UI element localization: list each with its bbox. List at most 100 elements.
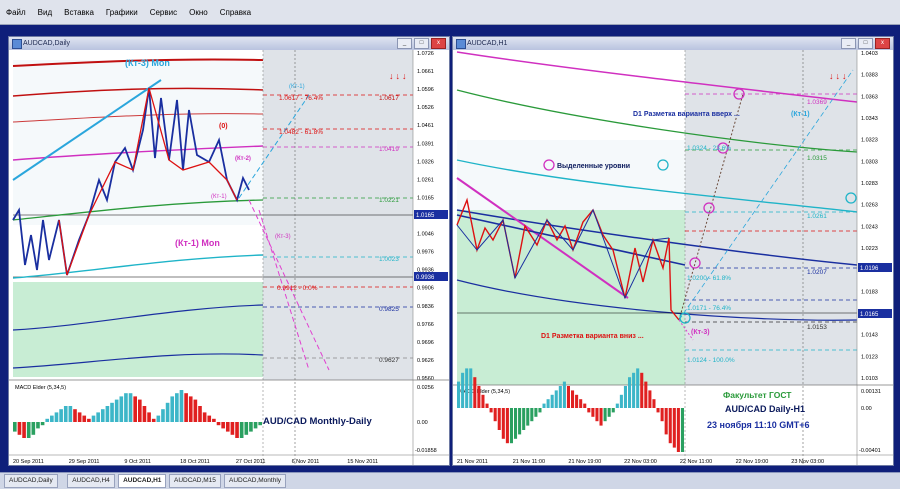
fib-10324: 1.0324 - 23.6% bbox=[687, 145, 731, 152]
date-label: 23 Nov 03:00 bbox=[791, 459, 824, 465]
macd-bar bbox=[249, 422, 253, 432]
lvl-10221: 1.0221 bbox=[379, 197, 399, 204]
menu-item[interactable]: Файл bbox=[0, 8, 32, 17]
chart-window-daily[interactable]: AUDCAD,Daily _ □ x (Кт-3) Mon (Кт-1) Mon… bbox=[8, 36, 450, 466]
label-d1-up: D1 Разметка варианта вверх ... bbox=[633, 111, 740, 118]
macd-bar bbox=[640, 372, 644, 408]
macd-bar bbox=[623, 386, 627, 408]
macd-bar bbox=[579, 399, 583, 408]
chart-tab[interactable]: AUDCAD,Daily bbox=[4, 474, 58, 488]
window-titlebar[interactable]: AUDCAD,H1 _ □ x bbox=[453, 37, 893, 51]
macd-bar bbox=[457, 381, 461, 408]
chart-tab[interactable]: AUDCAD,H1 bbox=[118, 474, 167, 488]
label-kt1-small: (Кт-1) bbox=[211, 194, 227, 200]
axis-tick-label: 1.0165 bbox=[417, 195, 434, 201]
close-button[interactable]: x bbox=[431, 38, 446, 49]
macd-bar bbox=[469, 368, 473, 408]
macd-bar bbox=[550, 394, 554, 408]
datetime-label: 23 ноября 11:10 GMT+6 bbox=[707, 420, 810, 430]
fib-0: 0.9912 - 0.0% bbox=[277, 285, 318, 292]
macd-bar bbox=[184, 393, 188, 422]
close-button[interactable]: x bbox=[875, 38, 890, 49]
brand-label: Факультет ГОСТ bbox=[723, 390, 792, 400]
macd-bar bbox=[587, 408, 591, 413]
window-titlebar[interactable]: AUDCAD,Daily _ □ x bbox=[9, 37, 449, 51]
macd-bar bbox=[538, 408, 542, 413]
axis-tick-label: 1.0661 bbox=[417, 69, 434, 75]
macd-bar bbox=[36, 422, 40, 429]
macd-axis-bottom: -0.00401 bbox=[859, 448, 881, 454]
macd-bar bbox=[522, 408, 526, 430]
fib-10124: 1.0124 - 100.0% bbox=[687, 357, 735, 364]
macd-bar bbox=[225, 422, 230, 432]
menu-item[interactable]: Графики bbox=[100, 8, 144, 17]
chart-tab-bar: AUDCAD,Daily AUDCAD,H4 AUDCAD,H1 AUDCAD,M15… bbox=[0, 472, 900, 489]
price-chart-daily[interactable]: (Кт-3) Mon (Кт-1) Mon (0) (Кт-2) (Кт-1) … bbox=[9, 50, 449, 465]
macd-bar bbox=[207, 415, 212, 422]
lvl-10315: 1.0315 bbox=[807, 155, 827, 162]
macd-bar bbox=[22, 422, 26, 438]
lvl-10617: 1.0617 bbox=[379, 95, 399, 102]
axis-tick-label: 1.0123 bbox=[861, 354, 878, 360]
date-label: 6 Nov 2011 bbox=[292, 459, 320, 465]
macd-bar bbox=[656, 408, 660, 413]
signal-arrows: ↓↓↓ bbox=[389, 71, 409, 81]
macd-axis-bottom: -0.01858 bbox=[415, 448, 437, 454]
lvl-10261: 1.0261 bbox=[807, 213, 827, 220]
date-label: 21 Nov 19:00 bbox=[568, 459, 601, 465]
fib-764: 1.0617 - 76.4% bbox=[279, 95, 323, 102]
maximize-button[interactable]: □ bbox=[858, 38, 873, 49]
macd-bar bbox=[96, 412, 100, 422]
macd-bar bbox=[481, 394, 485, 408]
menu-item[interactable]: Вид bbox=[32, 8, 58, 17]
macd-title: MACD Elder (5,34,5) bbox=[15, 385, 66, 391]
axis-tick-label: 1.0143 bbox=[861, 333, 878, 339]
axis-tick-label: 0.9906 bbox=[417, 286, 434, 292]
price-chart-h1[interactable]: D1 Разметка варианта вверх ... (Кт-1) Вы… bbox=[453, 50, 893, 465]
macd-bar bbox=[87, 418, 91, 422]
macd-bar bbox=[501, 408, 505, 439]
axis-tick-label: 1.0263 bbox=[861, 203, 878, 209]
axis-tick-label: 1.0363 bbox=[861, 94, 878, 100]
macd-axis-top: 0.00131 bbox=[861, 389, 881, 395]
macd-bar bbox=[603, 408, 607, 422]
macd-bar bbox=[509, 408, 513, 444]
minimize-button[interactable]: _ bbox=[841, 38, 856, 49]
macd-bar bbox=[477, 386, 481, 408]
chart-window-h1[interactable]: AUDCAD,H1 _ □ x D1 Разметка варианта вве… bbox=[452, 36, 894, 466]
menu-item[interactable]: Окно bbox=[183, 8, 214, 17]
maximize-button[interactable]: □ bbox=[414, 38, 429, 49]
macd-bar bbox=[193, 399, 198, 422]
macd-axis-top: 0.0256 bbox=[417, 385, 434, 391]
axis-tick-label: 1.0461 bbox=[417, 123, 434, 129]
macd-bar bbox=[221, 422, 225, 429]
macd-bar bbox=[636, 368, 640, 408]
menu-item[interactable]: Вставка bbox=[58, 8, 100, 17]
axis-tick-label: 1.0183 bbox=[861, 289, 878, 295]
chart-tab[interactable]: AUDCAD,Monthly bbox=[224, 474, 287, 488]
menu-item[interactable]: Сервис bbox=[144, 8, 183, 17]
fib-10171: 1.0171 - 76.4% bbox=[687, 305, 731, 312]
macd-axis-zero: 0.00 bbox=[861, 406, 872, 412]
label-kt1: (Кт-1) bbox=[791, 111, 810, 118]
lvl-10369: 1.0369 bbox=[807, 99, 827, 106]
macd-bar bbox=[216, 422, 221, 426]
chart-tab[interactable]: AUDCAD,M15 bbox=[169, 474, 221, 488]
watermark: AUD/CAD Monthly-Daily bbox=[263, 416, 372, 427]
macd-bar bbox=[644, 381, 648, 408]
pair-label: AUD/CAD Daily-H1 bbox=[725, 404, 805, 414]
macd-bar bbox=[77, 412, 82, 422]
macd-bar bbox=[648, 390, 652, 408]
minimize-button[interactable]: _ bbox=[397, 38, 412, 49]
axis-tick-label: 1.0303 bbox=[861, 159, 878, 165]
macd-bar bbox=[40, 422, 45, 426]
menu-item[interactable]: Справка bbox=[214, 8, 257, 17]
chart-tab[interactable]: AUDCAD,H4 bbox=[67, 474, 115, 488]
date-label: 21 Nov 11:00 bbox=[513, 459, 545, 465]
macd-axis-zero: 0.00 bbox=[417, 420, 428, 426]
macd-bar bbox=[124, 393, 128, 422]
macd-bar bbox=[156, 415, 161, 422]
date-label: 18 Oct 2011 bbox=[180, 459, 210, 465]
axis-tick-label: 0.9696 bbox=[417, 340, 434, 346]
macd-bar bbox=[68, 406, 73, 422]
